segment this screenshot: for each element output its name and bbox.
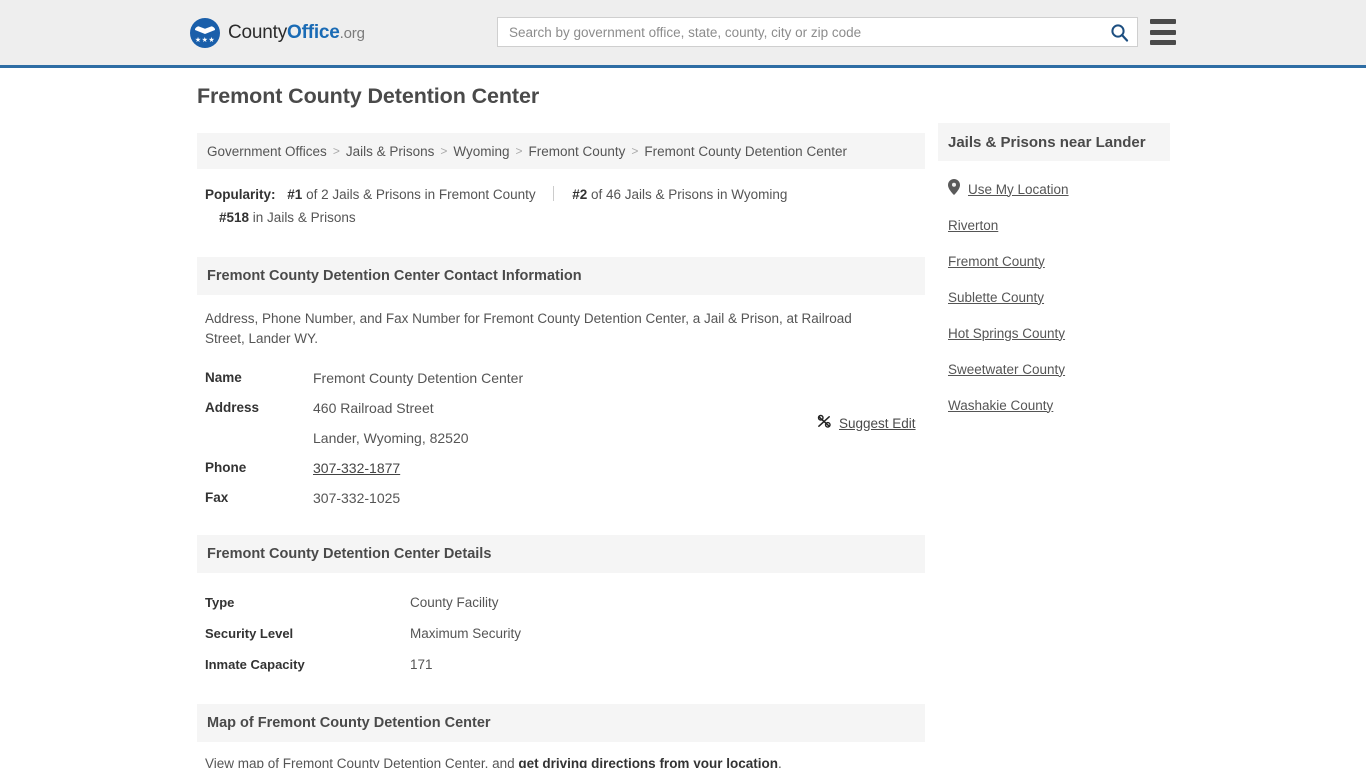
sidebar-link-sublette-county[interactable]: Sublette County bbox=[948, 290, 1044, 305]
sidebar-item-washakie-county[interactable]: Washakie County bbox=[948, 387, 1160, 423]
contact-phone-cell: 307-332-1877 bbox=[305, 453, 925, 483]
details-section-header: Fremont County Detention Center Details bbox=[197, 535, 925, 573]
contact-address-label-empty bbox=[197, 423, 305, 453]
popularity-rank-state-value: #2 bbox=[572, 187, 588, 202]
menu-bar-2 bbox=[1150, 29, 1176, 35]
breadcrumb-separator-icon: > bbox=[440, 144, 448, 158]
driving-directions-link[interactable]: get driving directions from your locatio… bbox=[518, 756, 778, 768]
sidebar-link-hot-springs-county[interactable]: Hot Springs County bbox=[948, 326, 1065, 341]
popularity-rank-state-text: of 46 Jails & Prisons in Wyoming bbox=[587, 187, 788, 202]
brand-text-org: .org bbox=[339, 25, 365, 42]
search-button[interactable] bbox=[1101, 18, 1137, 46]
table-row: Fax 307-332-1025 bbox=[197, 483, 925, 513]
search-input[interactable] bbox=[498, 18, 1101, 46]
popularity-rank-national-value: #518 bbox=[219, 210, 250, 225]
details-type-value: County Facility bbox=[410, 595, 499, 610]
contact-address-label: Address bbox=[205, 400, 260, 415]
breadcrumb-item-wyoming[interactable]: Wyoming bbox=[453, 144, 509, 159]
popularity-row-1: Popularity: #1 of 2 Jails & Prisons in F… bbox=[205, 183, 917, 206]
popularity-row-2: #518 in Jails & Prisons bbox=[205, 206, 917, 229]
contact-section-header: Fremont County Detention Center Contact … bbox=[197, 257, 925, 295]
breadcrumb-separator-icon: > bbox=[631, 144, 639, 158]
popularity-section: Popularity: #1 of 2 Jails & Prisons in F… bbox=[197, 169, 925, 235]
main-content: Fremont County Detention Center Governme… bbox=[197, 84, 925, 768]
popularity-label: Popularity: bbox=[205, 187, 276, 202]
sidebar: Jails & Prisons near Lander Use My Locat… bbox=[938, 123, 1170, 423]
search-icon bbox=[1110, 23, 1129, 42]
hamburger-menu-icon[interactable] bbox=[1150, 19, 1176, 45]
popularity-rank-county-text: of 2 Jails & Prisons in Fremont County bbox=[302, 187, 536, 202]
breadcrumb-item-current: Fremont County Detention Center bbox=[644, 143, 847, 159]
details-table: Type County Facility Security Level Maxi… bbox=[197, 587, 925, 680]
brand-text-office: Office bbox=[287, 22, 340, 43]
table-row: Address 460 Railroad Street bbox=[197, 393, 925, 423]
sidebar-link-riverton[interactable]: Riverton bbox=[948, 218, 998, 233]
breadcrumb-separator-icon: > bbox=[332, 144, 340, 158]
map-description-suffix: . bbox=[777, 756, 782, 768]
sidebar-link-sweetwater-county[interactable]: Sweetwater County bbox=[948, 362, 1065, 377]
table-row: Name Fremont County Detention Center bbox=[197, 363, 925, 393]
table-row: Type County Facility bbox=[197, 587, 925, 618]
sidebar-item-sweetwater-county[interactable]: Sweetwater County bbox=[948, 351, 1160, 387]
popularity-rank-national: #518 in Jails & Prisons bbox=[219, 210, 356, 225]
contact-name-value: Fremont County Detention Center bbox=[313, 370, 524, 386]
sidebar-links: Use My Location Riverton Fremont County … bbox=[938, 161, 1170, 423]
sidebar-item-sublette-county[interactable]: Sublette County bbox=[948, 279, 1160, 315]
edit-pencil-icon bbox=[817, 414, 832, 432]
contact-fax-label: Fax bbox=[205, 490, 229, 505]
sidebar-item-hot-springs-county[interactable]: Hot Springs County bbox=[948, 315, 1160, 351]
table-row: Phone 307-332-1877 bbox=[197, 453, 925, 483]
sidebar-item-riverton[interactable]: Riverton bbox=[948, 207, 1160, 243]
menu-bar-3 bbox=[1150, 40, 1176, 45]
details-type-label: Type bbox=[205, 595, 235, 610]
table-row: Inmate Capacity 171 bbox=[197, 649, 925, 680]
popularity-rank-national-text: in Jails & Prisons bbox=[249, 210, 356, 225]
page-title: Fremont County Detention Center bbox=[197, 84, 540, 108]
popularity-rank-county-value: #1 bbox=[287, 187, 303, 202]
contact-fax-value: 307-332-1025 bbox=[313, 490, 401, 506]
map-pin-icon bbox=[948, 178, 960, 200]
site-header: ★★★ CountyOffice.org bbox=[0, 0, 1366, 68]
popularity-rank-state: #2 of 46 Jails & Prisons in Wyoming bbox=[572, 187, 787, 202]
details-capacity-label: Inmate Capacity bbox=[205, 657, 305, 672]
sidebar-link-use-my-location[interactable]: Use My Location bbox=[968, 182, 1069, 197]
contact-name-label: Name bbox=[205, 370, 242, 385]
sidebar-item-fremont-county[interactable]: Fremont County bbox=[948, 243, 1160, 279]
table-row: Lander, Wyoming, 82520 bbox=[197, 423, 925, 453]
map-description: View map of Fremont County Detention Cen… bbox=[197, 742, 925, 768]
site-logo[interactable]: ★★★ CountyOffice.org bbox=[190, 18, 365, 48]
contact-table: Name Fremont County Detention Center Add… bbox=[197, 363, 925, 513]
details-security-value: Maximum Security bbox=[410, 626, 522, 641]
sidebar-link-fremont-county[interactable]: Fremont County bbox=[948, 254, 1045, 269]
contact-description: Address, Phone Number, and Fax Number fo… bbox=[205, 311, 852, 346]
suggest-edit-link[interactable]: Suggest Edit bbox=[839, 416, 916, 431]
sidebar-item-use-my-location[interactable]: Use My Location bbox=[948, 171, 1160, 207]
breadcrumb-item-government-offices[interactable]: Government Offices bbox=[207, 144, 327, 159]
map-section-header: Map of Fremont County Detention Center bbox=[197, 704, 925, 742]
details-capacity-value: 171 bbox=[410, 657, 433, 672]
sidebar-title: Jails & Prisons near Lander bbox=[938, 123, 1170, 161]
logo-stars: ★★★ bbox=[194, 37, 216, 44]
search-bar bbox=[497, 17, 1138, 47]
breadcrumb: Government Offices > Jails & Prisons > W… bbox=[197, 133, 925, 169]
popularity-divider bbox=[553, 186, 555, 201]
breadcrumb-item-fremont-county[interactable]: Fremont County bbox=[529, 144, 626, 159]
popularity-rank-county: #1 of 2 Jails & Prisons in Fremont Count… bbox=[287, 187, 535, 202]
map-description-prefix: View map of Fremont County Detention Cen… bbox=[205, 756, 519, 768]
phone-link[interactable]: 307-332-1877 bbox=[313, 460, 400, 476]
countyoffice-eagle-icon: ★★★ bbox=[190, 18, 220, 48]
sidebar-link-washakie-county[interactable]: Washakie County bbox=[948, 398, 1053, 413]
menu-bar-1 bbox=[1150, 19, 1176, 24]
details-security-label: Security Level bbox=[205, 626, 294, 641]
suggest-edit[interactable]: Suggest Edit bbox=[817, 414, 923, 432]
table-row: Security Level Maximum Security bbox=[197, 618, 925, 649]
brand-text-county: County bbox=[228, 22, 288, 43]
breadcrumb-separator-icon: > bbox=[515, 144, 523, 158]
breadcrumb-item-jails-prisons[interactable]: Jails & Prisons bbox=[346, 144, 435, 159]
brand-wordmark: CountyOffice.org bbox=[228, 22, 365, 44]
contact-phone-label: Phone bbox=[205, 460, 247, 475]
